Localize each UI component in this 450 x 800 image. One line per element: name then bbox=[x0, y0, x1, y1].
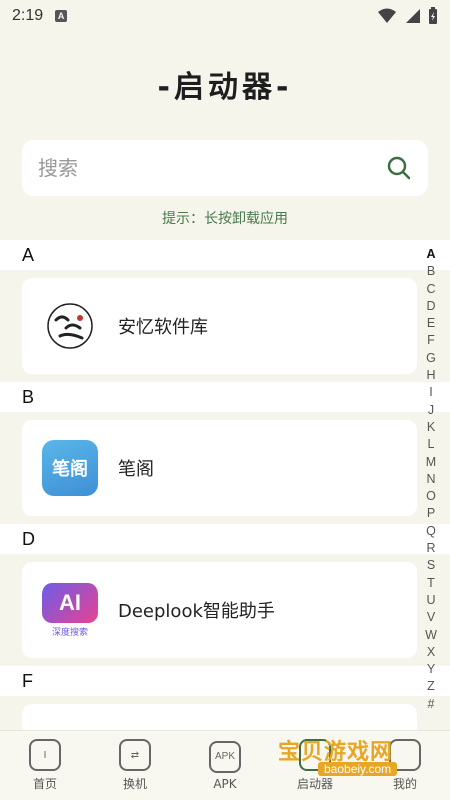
alphabet-index-letter[interactable]: N bbox=[426, 471, 435, 488]
alphabet-index-letter[interactable]: H bbox=[426, 367, 435, 384]
group-header-a: A bbox=[0, 240, 450, 270]
group-header-b: B bbox=[0, 382, 450, 412]
alphabet-index-letter[interactable]: L bbox=[428, 436, 435, 453]
bige-icon-text: 笔阁 bbox=[52, 459, 88, 480]
alphabet-index-letter[interactable]: Z bbox=[427, 678, 435, 695]
hint-text: 提示：长按卸载应用 bbox=[162, 211, 288, 227]
alphabet-index-letter[interactable]: Y bbox=[427, 661, 435, 678]
list-item: AI 深度搜索 Deeplook智能助手 bbox=[0, 554, 450, 666]
alphabet-index-letter[interactable]: S bbox=[427, 557, 435, 574]
alphabet-index-letter[interactable]: V bbox=[427, 609, 435, 626]
group-header-d: D bbox=[0, 524, 450, 554]
deeplook-icon-sub: 深度搜索 bbox=[51, 627, 88, 638]
alphabet-index-letter[interactable]: # bbox=[428, 696, 435, 713]
signal-icon bbox=[406, 9, 420, 23]
alphabet-index-letter[interactable]: D bbox=[426, 298, 435, 315]
notification-icon: A bbox=[55, 10, 68, 22]
alphabet-index-letter[interactable]: J bbox=[428, 402, 434, 419]
alphabet-index-letter[interactable]: M bbox=[426, 454, 436, 471]
app-card-partial[interactable] bbox=[22, 704, 417, 730]
profile-icon bbox=[389, 739, 421, 771]
alphabet-index-letter[interactable]: F bbox=[427, 332, 435, 349]
status-bar: 2:19 A bbox=[0, 0, 450, 32]
app-card-deeplook[interactable]: AI 深度搜索 Deeplook智能助手 bbox=[22, 562, 417, 658]
switch-icon: ⇄ bbox=[119, 739, 151, 771]
deeplook-ai-icon: AI 深度搜索 bbox=[42, 582, 98, 638]
nav-item-apk[interactable]: APK APK bbox=[185, 740, 265, 791]
nav-label: 启动器 bbox=[296, 777, 333, 791]
list-item: 安忆软件库 bbox=[0, 270, 450, 382]
list-item bbox=[0, 696, 450, 730]
nav-item-mine[interactable]: 我的 bbox=[365, 739, 445, 792]
apk-icon: APK bbox=[209, 740, 241, 773]
nav-item-switch[interactable]: ⇄ 换机 bbox=[95, 739, 175, 792]
alphabet-index-letter[interactable]: U bbox=[426, 592, 435, 609]
list-item: 笔阁 笔阁 bbox=[0, 412, 450, 524]
alphabet-index-letter[interactable]: T bbox=[427, 575, 435, 592]
alphabet-index-letter[interactable]: X bbox=[427, 644, 435, 661]
app-list[interactable]: A 安忆软件库 B 笔阁 笔阁 D AI 深度搜索 Deeplook智能助手 F bbox=[0, 240, 450, 730]
wifi-icon bbox=[378, 8, 396, 23]
nav-label: APK bbox=[213, 776, 237, 791]
alphabet-index-letter[interactable]: K bbox=[427, 419, 435, 436]
app-name: Deeplook智能助手 bbox=[118, 601, 275, 622]
launcher-icon bbox=[299, 739, 331, 771]
home-icon: I bbox=[29, 739, 61, 771]
app-name: 安忆软件库 bbox=[118, 317, 208, 338]
alphabet-index-letter[interactable]: C bbox=[426, 281, 435, 298]
alphabet-index-letter[interactable]: O bbox=[426, 488, 436, 505]
battery-icon bbox=[429, 7, 437, 24]
alphabet-index-letter[interactable]: G bbox=[426, 350, 436, 367]
nav-item-home[interactable]: I 首页 bbox=[5, 739, 85, 792]
anyi-logo-icon bbox=[42, 298, 98, 354]
alphabet-index-letter[interactable]: A bbox=[426, 246, 435, 263]
nav-label: 首页 bbox=[32, 777, 57, 791]
alphabet-index-letter[interactable]: R bbox=[426, 540, 435, 557]
nav-item-launcher[interactable]: 启动器 bbox=[275, 739, 355, 792]
alphabet-index-letter[interactable]: B bbox=[427, 263, 435, 280]
status-icons bbox=[378, 7, 438, 25]
alphabet-index-letter[interactable]: P bbox=[427, 505, 435, 522]
app-name: 笔阁 bbox=[118, 459, 154, 480]
deeplook-icon-text: AI bbox=[59, 589, 81, 615]
group-header-f: F bbox=[0, 666, 450, 696]
bige-book-icon: 笔阁 bbox=[42, 440, 98, 496]
search-icon[interactable] bbox=[386, 155, 412, 181]
alphabet-index-letter[interactable]: E bbox=[427, 315, 435, 332]
search-input[interactable] bbox=[38, 156, 386, 180]
nav-label: 我的 bbox=[392, 777, 417, 791]
page-title: -启动器- bbox=[157, 70, 293, 105]
app-card-bige[interactable]: 笔阁 笔阁 bbox=[22, 420, 417, 516]
alphabet-index-letter[interactable]: Q bbox=[426, 523, 436, 540]
bottom-nav: I 首页 ⇄ 换机 APK APK 启动器 我的 bbox=[0, 730, 450, 800]
status-time: 2:19 bbox=[12, 7, 44, 24]
search-bar[interactable] bbox=[22, 140, 428, 196]
alphabet-index[interactable]: A B C D E F G H I J K L M N O P Q R S T U V W X Y Z # bbox=[424, 246, 438, 713]
alphabet-index-letter[interactable]: W bbox=[425, 627, 437, 644]
alphabet-index-letter[interactable]: I bbox=[429, 384, 432, 401]
app-card-anyi[interactable]: 安忆软件库 bbox=[22, 278, 417, 374]
nav-label: 换机 bbox=[122, 777, 147, 791]
